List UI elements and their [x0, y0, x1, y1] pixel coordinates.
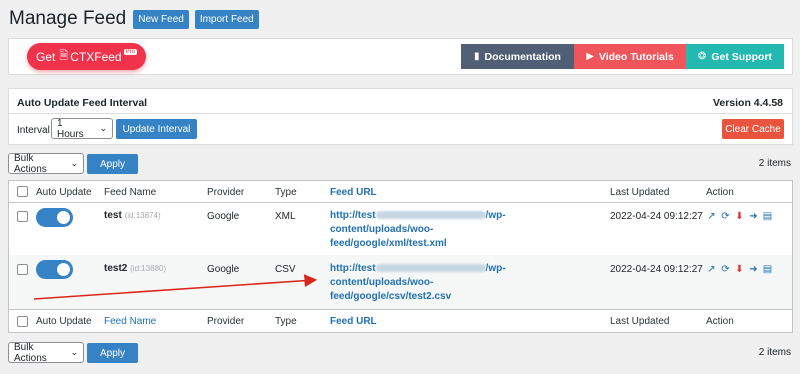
log-file-icon[interactable]: ▤: [762, 211, 773, 222]
documentation-label: Documentation: [484, 50, 561, 63]
col-feed-url[interactable]: Feed URL: [330, 187, 377, 198]
external-link-icon[interactable]: ↗: [706, 211, 717, 222]
file-icon: 🗎: [59, 50, 69, 62]
provider-cell: Google: [207, 211, 240, 222]
last-updated-cell: 2022-04-24 09:12:27: [610, 211, 703, 222]
table-header: Auto Update Feed Name Provider Type Feed…: [9, 181, 792, 203]
interval-select[interactable]: 1 Hours ⌄: [51, 117, 113, 140]
type-cell: CSV: [275, 264, 296, 275]
feed-name-link[interactable]: test2 (id:13880): [104, 263, 166, 274]
help-links: ▮ Documentation ▶ Video Tutorials ❂ Get …: [461, 44, 784, 69]
export-icon[interactable]: ➜: [748, 211, 759, 222]
get-label: Get: [36, 49, 56, 64]
brand-label: CTXFeed: [70, 49, 122, 64]
video-tutorials-label: Video Tutorials: [598, 50, 674, 63]
auto-update-toggle[interactable]: [36, 208, 73, 227]
row-actions: ↗ ⟳ ⬇ ➜ ▤: [706, 264, 776, 275]
import-feed-button[interactable]: Import Feed: [194, 9, 259, 29]
refresh-icon[interactable]: ⟳: [720, 211, 731, 222]
col-type-footer: Type: [275, 316, 297, 327]
select-all-checkbox[interactable]: [17, 186, 28, 197]
book-icon: ▮: [474, 51, 480, 62]
video-tutorials-button[interactable]: ▶ Video Tutorials: [574, 44, 686, 69]
row-checkbox[interactable]: [17, 211, 28, 222]
provider-cell: Google: [207, 264, 240, 275]
auto-update-interval-panel: Auto Update Feed Interval Version 4.4.58…: [8, 88, 793, 145]
get-ctxfeed-pro-button[interactable]: Get 🗎 CTXFeed Pro: [27, 43, 146, 70]
type-cell: XML: [275, 211, 296, 222]
col-action-footer: Action: [706, 316, 734, 327]
redacted-host: [375, 211, 486, 220]
chevron-down-icon: ⌄: [70, 158, 78, 168]
feed-id: (id:13880): [130, 264, 167, 273]
export-icon[interactable]: ➜: [748, 264, 759, 275]
auto-update-toggle[interactable]: [36, 260, 73, 279]
youtube-icon: ▶: [586, 51, 594, 62]
col-provider: Provider: [207, 187, 245, 198]
version-label: Version 4.4.58: [712, 97, 783, 109]
get-support-label: Get Support: [711, 50, 773, 63]
documentation-button[interactable]: ▮ Documentation: [461, 44, 574, 69]
interval-select-value: 1 Hours: [57, 117, 84, 140]
bulk-actions-select-top[interactable]: Bulk Actions ⌄: [8, 152, 84, 175]
col-feed-url-footer[interactable]: Feed URL: [330, 316, 377, 327]
row-actions: ↗ ⟳ ⬇ ➜ ▤: [706, 211, 776, 222]
table-row: test2 (id:13880) Google CSV http://test /…: [9, 255, 792, 309]
table-row: test (id:13874) Google XML http://test/w…: [9, 203, 792, 255]
page-title: Manage Feed: [9, 8, 127, 29]
col-last-updated: Last Updated: [610, 187, 670, 198]
col-auto-update-footer: Auto Update: [36, 316, 92, 327]
refresh-icon[interactable]: ⟳: [720, 264, 731, 275]
apply-button-top[interactable]: Apply: [87, 154, 138, 174]
feeds-table: Auto Update Feed Name Provider Type Feed…: [8, 180, 793, 333]
chevron-down-icon: ⌄: [99, 123, 107, 133]
promo-bar: Get 🗎 CTXFeed Pro ▮ Documentation ▶ Vide…: [8, 38, 793, 75]
select-all-checkbox-footer[interactable]: [17, 316, 28, 327]
feed-url-link[interactable]: http://test/wp-content/uploads/woo-feed/…: [330, 209, 590, 251]
download-icon[interactable]: ⬇: [734, 264, 745, 275]
log-file-icon[interactable]: ▤: [762, 264, 773, 275]
col-feed-name[interactable]: Feed Name: [104, 187, 156, 198]
col-feed-name-footer[interactable]: Feed Name: [104, 316, 156, 327]
bulk-actions-value: Bulk Actions: [14, 341, 47, 364]
get-support-button[interactable]: ❂ Get Support: [686, 44, 784, 69]
row-checkbox[interactable]: [17, 264, 28, 275]
col-type: Type: [275, 187, 297, 198]
chevron-down-icon: ⌄: [70, 347, 78, 357]
items-count-top: 2 items: [758, 158, 791, 169]
support-icon: ❂: [697, 51, 707, 62]
update-interval-button[interactable]: Update Interval: [116, 119, 197, 139]
table-footer: Auto Update Feed Name Provider Type Feed…: [9, 309, 792, 333]
clear-cache-button[interactable]: Clear Cache: [722, 119, 784, 139]
new-feed-button[interactable]: New Feed: [133, 9, 189, 29]
last-updated-cell: 2022-04-24 09:12:27: [610, 264, 703, 275]
col-auto-update: Auto Update: [36, 187, 92, 198]
page-header: Manage Feed New Feed Import Feed: [9, 8, 265, 30]
apply-button-bottom[interactable]: Apply: [87, 343, 138, 363]
redacted-host: [375, 264, 486, 273]
col-action: Action: [706, 187, 734, 198]
feed-id: (id:13874): [124, 211, 161, 220]
download-icon[interactable]: ⬇: [734, 211, 745, 222]
panel-title: Auto Update Feed Interval: [17, 97, 148, 109]
panel-divider: [9, 113, 792, 114]
col-provider-footer: Provider: [207, 316, 245, 327]
items-count-bottom: 2 items: [758, 347, 791, 358]
bulk-actions-select-bottom[interactable]: Bulk Actions ⌄: [8, 341, 84, 364]
bulk-actions-value: Bulk Actions: [14, 152, 47, 175]
feed-name-link[interactable]: test (id:13874): [104, 210, 161, 221]
pro-badge: Pro: [123, 48, 137, 55]
feed-url-link[interactable]: http://test/wp-content/uploads/woo-feed/…: [330, 262, 590, 304]
col-last-updated-footer: Last Updated: [610, 316, 670, 327]
interval-label: Interval: [17, 125, 50, 136]
external-link-icon[interactable]: ↗: [706, 264, 717, 275]
